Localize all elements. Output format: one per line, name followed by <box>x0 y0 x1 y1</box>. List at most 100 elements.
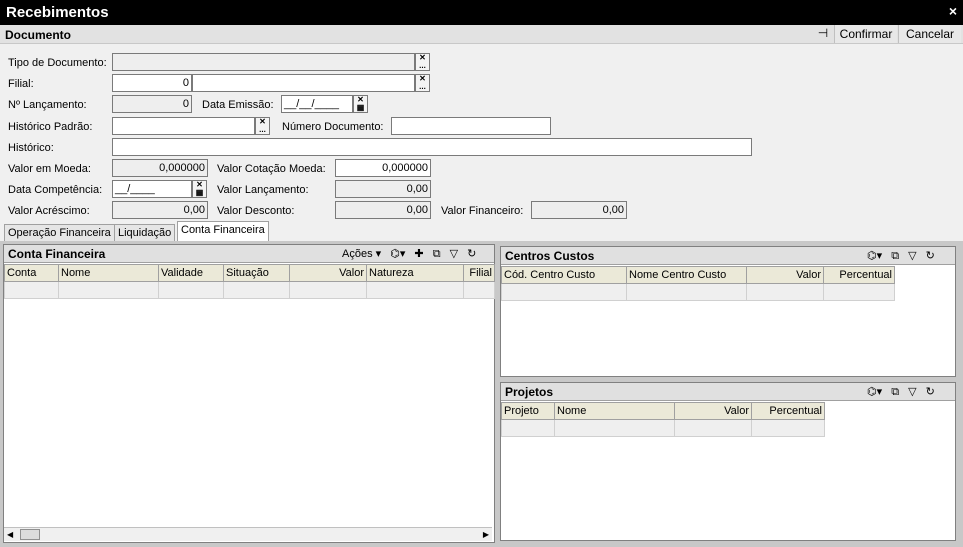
projetos-tools: ⌬▾ ⧉ ▽ ↻ <box>861 385 935 399</box>
valor-acrescimo-label: Valor Acréscimo: <box>8 205 90 217</box>
data-emissao-label: Data Emissão: <box>202 99 274 111</box>
refresh-icon[interactable]: ↻ <box>926 385 935 398</box>
numero-documento-label: Número Documento: <box>282 121 384 133</box>
projetos-header: Projetos ⌬▾ ⧉ ▽ ↻ <box>501 383 955 401</box>
valor-desconto-label: Valor Desconto: <box>217 205 295 217</box>
column-header[interactable]: Valor <box>746 266 824 284</box>
historico-input[interactable] <box>112 138 752 156</box>
actions-menu-button[interactable]: Ações ▾ <box>342 247 381 260</box>
window-title: Recebimentos <box>6 4 109 21</box>
numero-documento-input[interactable] <box>391 117 551 135</box>
view-options-icon[interactable]: ⌬▾ <box>390 247 405 260</box>
conta-financeira-panel: Conta Financeira Ações ▾ ⌬▾ ✚ ⧉ ▽ ↻ Cont… <box>3 244 495 543</box>
filter-icon[interactable]: ▽ <box>908 385 916 398</box>
calendar-icon: ▦ <box>356 103 365 112</box>
tipo-documento-label: Tipo de Documento: <box>8 57 107 69</box>
projetos-title: Projetos <box>505 385 554 399</box>
valor-cotacao-moeda-input[interactable]: 0,000000 <box>335 159 431 177</box>
lookup-icon: ... <box>419 61 426 70</box>
section-title: Documento <box>5 28 71 42</box>
valor-financeiro-input[interactable]: 0,00 <box>531 201 627 219</box>
export-icon[interactable]: ⧉ <box>891 386 899 399</box>
centros-custos-table: Cód. Centro Custo Nome Centro Custo Valo… <box>501 266 895 301</box>
column-header[interactable]: Valor <box>674 402 752 420</box>
data-competencia-calendar-button[interactable]: ✕ ▦ <box>192 180 207 198</box>
centros-custos-panel: Centros Custos ⌬▾ ⧉ ▽ ↻ Cód. Centro Cust… <box>500 246 956 377</box>
column-header[interactable]: Cód. Centro Custo <box>501 266 627 284</box>
table-row[interactable] <box>4 281 495 299</box>
historico-padrao-label: Histórico Padrão: <box>8 121 93 133</box>
data-competencia-input[interactable]: __/____ <box>112 180 192 198</box>
scrollbar-thumb[interactable] <box>20 529 40 540</box>
valor-acrescimo-input[interactable]: 0,00 <box>112 201 208 219</box>
valor-financeiro-label: Valor Financeiro: <box>441 205 524 217</box>
lookup-icon: ... <box>259 125 266 134</box>
scroll-right-icon[interactable]: ▶ <box>483 528 489 541</box>
historico-padrao-lookup-button[interactable]: ✕... <box>255 117 270 135</box>
refresh-icon[interactable]: ↻ <box>926 249 935 262</box>
column-header[interactable]: Projeto <box>501 402 555 420</box>
filial-label: Filial: <box>8 78 34 90</box>
column-header[interactable]: Valor <box>289 264 367 282</box>
column-header[interactable]: Nome <box>554 402 675 420</box>
conta-financeira-tools: Ações ▾ ⌬▾ ✚ ⧉ ▽ ↻ <box>336 247 476 261</box>
data-emissao-input[interactable]: __/__/____ <box>281 95 353 113</box>
conta-financeira-header: Conta Financeira Ações ▾ ⌬▾ ✚ ⧉ ▽ ↻ <box>4 245 494 263</box>
document-toolbar: Documento ⊣ Confirmar Cancelar <box>0 25 963 44</box>
valor-lancamento-label: Valor Lançamento: <box>217 184 309 196</box>
column-header[interactable]: Situação <box>223 264 290 282</box>
historico-padrao-input[interactable] <box>112 117 255 135</box>
projetos-table: Projeto Nome Valor Percentual <box>501 402 825 437</box>
data-competencia-label: Data Competência: <box>8 184 103 196</box>
num-lancamento-input[interactable]: 0 <box>112 95 192 113</box>
filial-lookup-button[interactable]: ✕... <box>415 74 430 92</box>
centros-custos-header: Centros Custos ⌬▾ ⧉ ▽ ↻ <box>501 247 955 265</box>
column-header[interactable]: Percentual <box>751 402 825 420</box>
historico-label: Histórico: <box>8 142 54 154</box>
column-header[interactable]: Natureza <box>366 264 464 282</box>
filter-icon[interactable]: ▽ <box>908 249 916 262</box>
view-options-icon[interactable]: ⌬▾ <box>867 385 882 398</box>
table-row[interactable] <box>501 283 895 301</box>
column-header[interactable]: Filial <box>463 264 495 282</box>
column-header[interactable]: Percentual <box>823 266 895 284</box>
confirm-button[interactable]: Confirmar <box>834 25 897 43</box>
scroll-left-icon[interactable]: ◀ <box>7 528 13 541</box>
view-options-icon[interactable]: ⌬▾ <box>867 249 882 262</box>
column-header[interactable]: Validade <box>158 264 224 282</box>
window-titlebar: Recebimentos × <box>0 0 963 25</box>
export-icon[interactable]: ⧉ <box>891 250 899 263</box>
data-emissao-calendar-button[interactable]: ✕ ▦ <box>353 95 368 113</box>
table-row[interactable] <box>501 419 825 437</box>
tipo-documento-lookup-button[interactable]: ✕... <box>415 53 430 71</box>
add-icon[interactable]: ✚ <box>414 247 423 260</box>
tab-conta-financeira[interactable]: Conta Financeira <box>177 221 269 242</box>
valor-cotacao-moeda-label: Valor Cotação Moeda: <box>217 163 326 175</box>
filter-icon[interactable]: ▽ <box>450 247 458 260</box>
horizontal-scrollbar[interactable]: ◀ ▶ <box>4 527 492 541</box>
calendar-icon: ▦ <box>195 188 204 197</box>
cancel-button[interactable]: Cancelar <box>898 25 961 43</box>
valor-moeda-label: Valor em Moeda: <box>8 163 91 175</box>
pin-icon[interactable]: ⊣ <box>812 26 834 42</box>
tab-operacao-financeira[interactable]: Operação Financeira <box>4 224 115 242</box>
lookup-icon: ... <box>419 82 426 91</box>
projetos-panel: Projetos ⌬▾ ⧉ ▽ ↻ Projeto Nome Valor Per… <box>500 382 956 541</box>
centros-custos-tools: ⌬▾ ⧉ ▽ ↻ <box>861 249 935 263</box>
filial-code-input[interactable]: 0 <box>112 74 192 92</box>
valor-desconto-input[interactable]: 0,00 <box>335 201 431 219</box>
centros-custos-title: Centros Custos <box>505 249 595 263</box>
tipo-documento-input[interactable] <box>112 53 415 71</box>
column-header[interactable]: Nome <box>58 264 159 282</box>
valor-moeda-input[interactable]: 0,000000 <box>112 159 208 177</box>
close-icon[interactable]: × <box>949 3 957 19</box>
refresh-icon[interactable]: ↻ <box>467 247 476 260</box>
column-header[interactable]: Nome Centro Custo <box>626 266 747 284</box>
export-icon[interactable]: ⧉ <box>433 248 441 261</box>
conta-financeira-title: Conta Financeira <box>8 247 106 261</box>
tab-liquidacao[interactable]: Liquidação <box>114 224 176 242</box>
valor-lancamento-input[interactable]: 0,00 <box>335 180 431 198</box>
column-header[interactable]: Conta <box>4 264 59 282</box>
conta-financeira-table: Conta Nome Validade Situação Valor Natur… <box>4 264 495 299</box>
filial-name-input[interactable] <box>192 74 415 92</box>
